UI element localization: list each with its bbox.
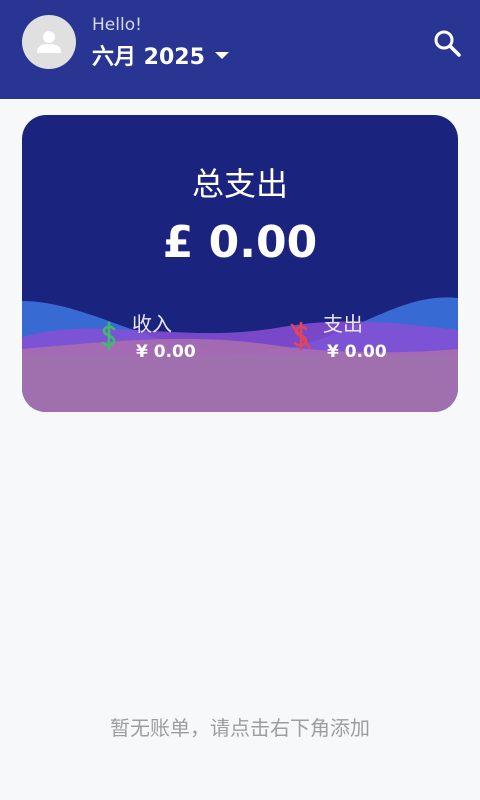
month-label: 六月 2025 [92,45,205,70]
dollar-icon [101,321,116,351]
month-selector[interactable]: 六月 2025 [92,40,229,70]
caret-down-icon [214,51,229,59]
total-expense-value: £ 0.00 [162,217,318,268]
app-bar: Hello! 六月 2025 [0,0,480,99]
income-label: 收入 [132,312,172,336]
empty-state-message: 暂无账单，请点击右下角添加 [110,716,370,740]
expense-value: ¥ 0.00 [327,342,387,362]
search-icon [434,30,461,57]
expense-label: 支出 [323,312,363,336]
avatar[interactable] [22,15,76,69]
total-expense-label: 总支出 [191,165,288,203]
search-button[interactable] [430,26,464,60]
summary-card: 总支出 £ 0.00 收入 ¥ 0.00 支出 ¥ 0.00 [22,115,458,412]
income-value: ¥ 0.00 [136,342,196,362]
person-icon [37,31,61,53]
dollar-off-icon [290,321,312,351]
greeting-text: Hello! [92,15,142,35]
